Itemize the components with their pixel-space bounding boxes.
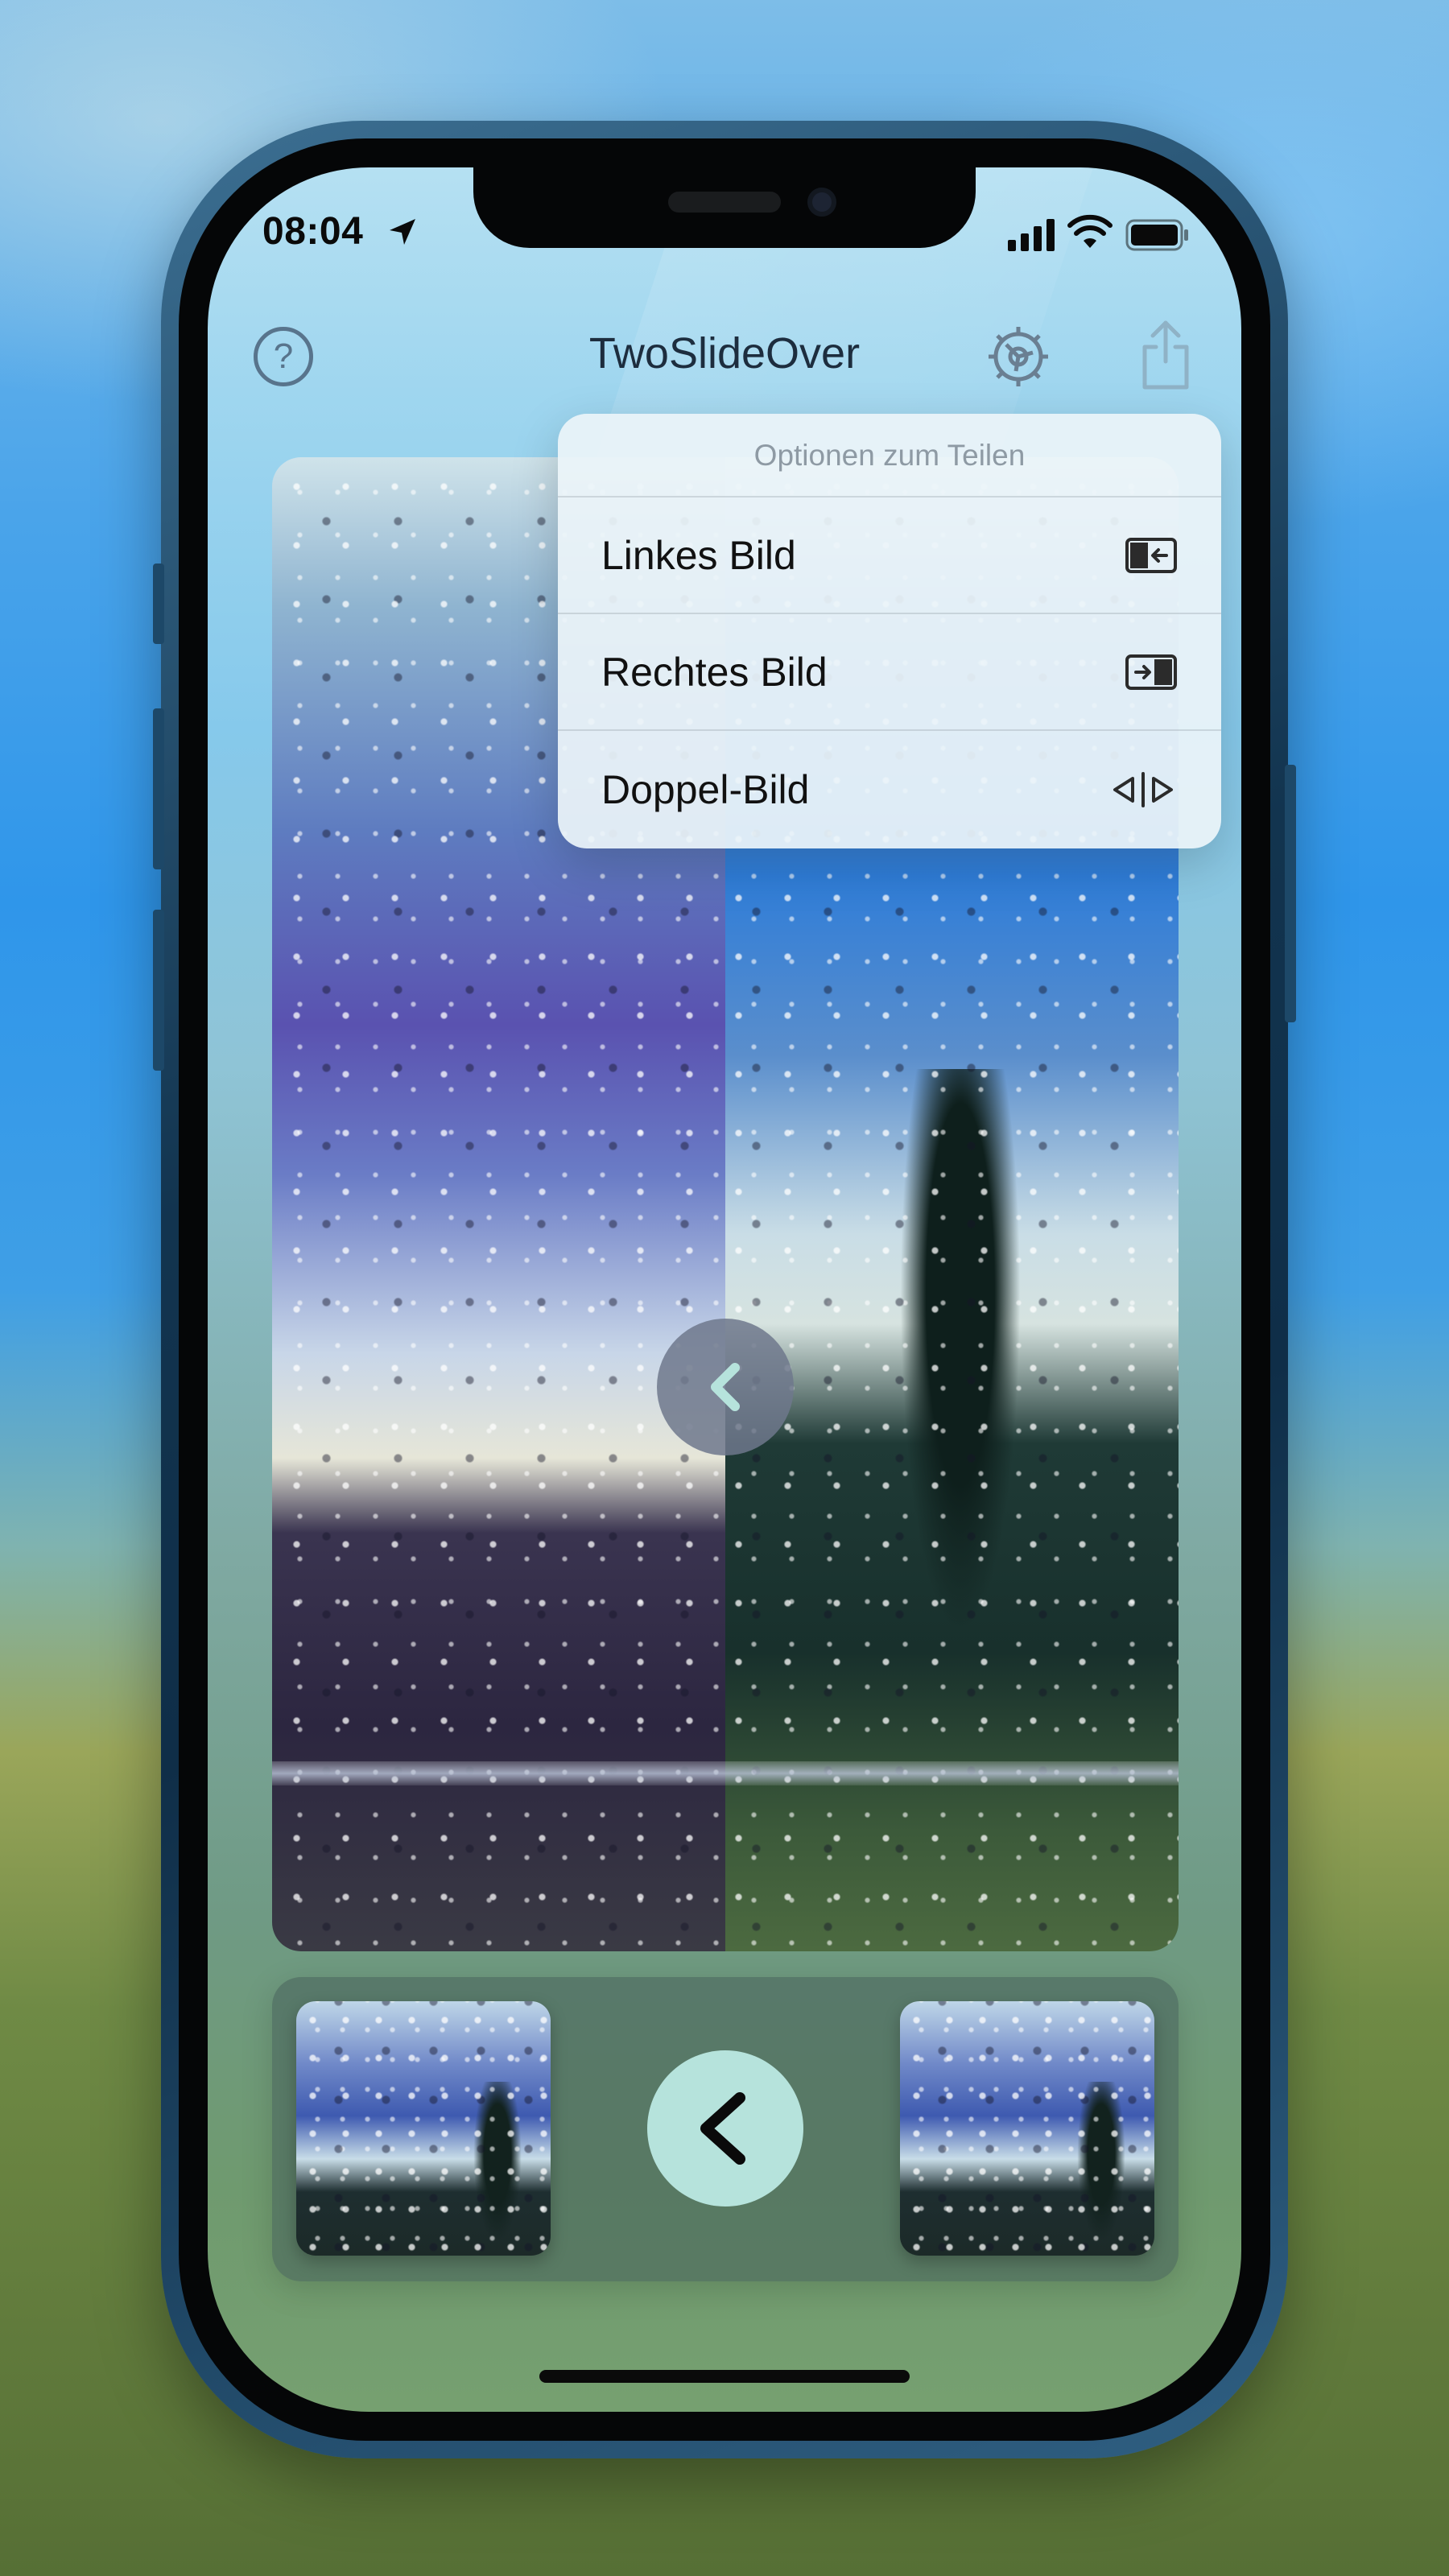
thumbnail-panel [272, 1977, 1179, 2281]
front-camera [807, 188, 836, 217]
share-options-menu: Optionen zum Teilen Linkes Bild Rechtes … [558, 414, 1221, 848]
chevron-left-icon [700, 2092, 745, 2165]
menu-item-label: Rechtes Bild [601, 649, 828, 695]
location-arrow-icon [390, 219, 415, 245]
share-icon[interactable] [1133, 316, 1198, 394]
raindrops-texture [296, 2001, 551, 2256]
wifi-icon [1067, 214, 1113, 248]
right-thumbnail[interactable] [900, 2001, 1154, 2256]
menu-item-left-image[interactable]: Linkes Bild [558, 497, 1221, 614]
phone-screen: 08:04 ? TwoSlideOver Optionen zum Teilen… [208, 167, 1241, 2412]
raindrops-texture [900, 2001, 1154, 2256]
help-button[interactable]: ? [254, 327, 313, 386]
cellular-signal-icon [1008, 219, 1055, 251]
menu-item-double-image[interactable]: Doppel-Bild [558, 731, 1221, 848]
left-image-icon [1125, 537, 1177, 573]
left-thumbnail[interactable] [296, 2001, 551, 2256]
menu-item-right-image[interactable]: Rechtes Bild [558, 614, 1221, 731]
volume-up-button [153, 708, 164, 869]
fence-rail [272, 1761, 1179, 1785]
double-image-icon [1113, 771, 1173, 807]
mute-switch [153, 564, 164, 644]
earpiece-speaker [668, 192, 781, 213]
slider-handle[interactable] [657, 1319, 794, 1455]
chevron-left-icon [711, 1363, 740, 1411]
menu-item-label: Doppel-Bild [601, 766, 810, 812]
menu-item-label: Linkes Bild [601, 532, 796, 578]
power-button [1285, 765, 1296, 1022]
share-menu-header: Optionen zum Teilen [558, 414, 1221, 497]
status-time: 08:04 [262, 210, 364, 253]
home-indicator [539, 2370, 910, 2383]
battery-icon [1125, 219, 1188, 251]
swap-button[interactable] [647, 2050, 803, 2207]
app-title: TwoSlideOver [588, 329, 861, 378]
gear-icon[interactable] [982, 320, 1055, 393]
volume-down-button [153, 910, 164, 1071]
right-image-icon [1125, 654, 1177, 690]
